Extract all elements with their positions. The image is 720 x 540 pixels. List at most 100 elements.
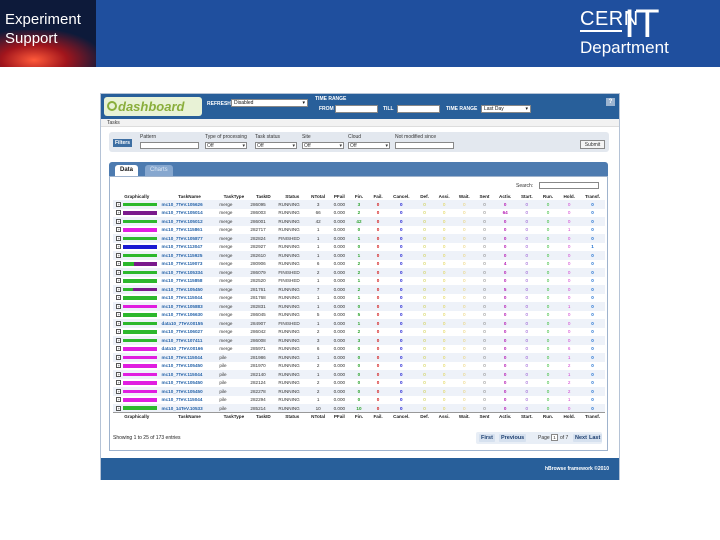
cell-name[interactable]: mc10_7TeV.115925	[160, 251, 219, 260]
last-page-button[interactable]: Last	[587, 434, 603, 442]
table-row[interactable]: + data10_7TeV.00155 merge 284907 FINISHED 1 0.…	[113, 319, 605, 328]
submit-button[interactable]: Submit	[580, 140, 605, 149]
expand-icon[interactable]: +	[116, 363, 122, 369]
table-row[interactable]: + mc10_7TeV.115044 pile 282294 RUNNING 1 0.000…	[113, 395, 605, 404]
expand-icon[interactable]: +	[116, 286, 122, 292]
table-row[interactable]: + mc10_7TeV.105877 merge 282824 FINISHED 1 0.0…	[113, 234, 605, 243]
expand-icon[interactable]: +	[116, 235, 122, 241]
column-header[interactable]: TaskName	[161, 192, 219, 200]
cell-name[interactable]: data10_7TeV.00155	[160, 319, 219, 328]
table-row[interactable]: + mc10_7TeV.115044 pile 282140 RUNNING 1 0.000…	[113, 370, 605, 379]
expand-icon[interactable]: +	[116, 312, 122, 318]
expand-icon[interactable]: +	[116, 278, 122, 284]
cell-name[interactable]: mc10_7TeV.106027	[160, 327, 219, 336]
table-row[interactable]: + mc10_7TeV.105450 pile 282124 RUNNING 2 0.000…	[113, 378, 605, 387]
expand-icon[interactable]: +	[116, 244, 122, 250]
column-header[interactable]: Start.	[516, 192, 538, 200]
page-number-input[interactable]: 1	[551, 434, 558, 441]
cell-name[interactable]: mc10_7TeV.115044	[160, 370, 219, 379]
table-row[interactable]: + mc10_7TeV.106027 merge 286042 RUNNING 2 0.00…	[113, 327, 605, 336]
expand-icon[interactable]: +	[116, 218, 122, 224]
table-row[interactable]: + mc10_7TeV.106630 merge 286045 RUNNING 5 0.00…	[113, 310, 605, 319]
search-input[interactable]	[539, 182, 599, 189]
expand-icon[interactable]: +	[116, 269, 122, 275]
expand-icon[interactable]: +	[116, 405, 122, 411]
expand-icon[interactable]: +	[116, 303, 122, 309]
column-header[interactable]: Fin.	[350, 192, 369, 200]
column-header[interactable]: TaskType	[218, 192, 249, 200]
expand-icon[interactable]: +	[116, 371, 122, 377]
cell-name[interactable]: mc10_7TeV.105877	[160, 234, 219, 243]
pattern-input[interactable]	[140, 142, 199, 149]
cell-name[interactable]: mc10_7TeV.105450	[160, 387, 219, 396]
help-icon[interactable]: ?	[606, 98, 615, 106]
table-row[interactable]: + mc10_7TeV.105450 merge 281761 RUNNING 7 0.00…	[113, 285, 605, 294]
type-select[interactable]: Off	[205, 142, 247, 149]
cell-name[interactable]: mc10_7TeV.115861	[160, 225, 219, 234]
cell-name[interactable]: mc10_7TeV.105450	[160, 361, 219, 370]
column-header[interactable]: Activ.	[494, 192, 516, 200]
table-row[interactable]: + mc10_7TeV.105450 pile 282278 RUNNING 2 0.000…	[113, 387, 605, 396]
expand-icon[interactable]: +	[116, 397, 122, 403]
column-header[interactable]: Cancel.	[388, 192, 415, 200]
table-row[interactable]: + mc10_7TeV.107411 merge 286008 RUNNING 3 0.00…	[113, 336, 605, 345]
expand-icon[interactable]: +	[116, 227, 122, 233]
column-header[interactable]: Transf.	[580, 192, 605, 200]
table-row[interactable]: + mc10_7TeV.105626 merge 286095 RUNNING 3 0.00…	[113, 200, 605, 209]
from-input[interactable]	[335, 105, 378, 113]
previous-page-button[interactable]: Previous	[499, 434, 527, 442]
expand-icon[interactable]: +	[116, 346, 122, 352]
refresh-select[interactable]: Disabled	[231, 99, 308, 107]
cell-name[interactable]: mc10_7TeV.113047	[160, 242, 219, 251]
table-row[interactable]: + mc10_7TeV.115861 merge 282717 RUNNING 1 0.00…	[113, 225, 605, 234]
table-row[interactable]: + mc10_7TeV.105012 merge 286001 RUNNING 42 0.0…	[113, 217, 605, 226]
column-header[interactable]: Graphically	[113, 192, 161, 200]
tab-charts[interactable]: Charts	[145, 165, 173, 176]
time-range-select[interactable]: Last Day	[481, 105, 531, 113]
expand-icon[interactable]: +	[116, 261, 122, 267]
cell-name[interactable]: mc10_14TeV.10533	[160, 404, 219, 413]
column-header[interactable]: Status	[277, 192, 307, 200]
table-row[interactable]: + mc10_7TeV.113047 merge 282927 RUNNING 1 0.00…	[113, 242, 605, 251]
expand-icon[interactable]: +	[116, 210, 122, 216]
till-input[interactable]	[397, 105, 440, 113]
cell-name[interactable]: mc10_7TeV.106630	[160, 310, 219, 319]
expand-icon[interactable]: +	[116, 337, 122, 343]
column-header[interactable]: Hold.	[558, 192, 580, 200]
column-header[interactable]: Wait.	[454, 192, 475, 200]
site-select[interactable]: Off	[302, 142, 344, 149]
cell-name[interactable]: mc10_7TeV.119073	[160, 259, 219, 268]
table-row[interactable]: + mc10_7TeV.105334 merge 286079 FINISHED 2 0.0…	[113, 268, 605, 277]
cell-name[interactable]: mc10_7TeV.115044	[160, 353, 219, 362]
cell-name[interactable]: mc10_7TeV.105626	[160, 200, 219, 209]
expand-icon[interactable]: +	[116, 329, 122, 335]
status-select[interactable]: Off	[255, 142, 297, 149]
column-header[interactable]: Sent	[475, 192, 495, 200]
table-row[interactable]: + mc10_7TeV.115858 merge 282520 FINISHED 1 0.0…	[113, 276, 605, 285]
filters-button[interactable]: Filters	[113, 139, 132, 147]
cell-name[interactable]: mc10_7TeV.105014	[160, 208, 219, 217]
cell-name[interactable]: mc10_7TeV.105450	[160, 285, 219, 294]
expand-icon[interactable]: +	[116, 201, 122, 207]
not-modified-input[interactable]	[395, 142, 454, 149]
column-header[interactable]: PFail	[329, 192, 350, 200]
expand-icon[interactable]: +	[116, 380, 122, 386]
cell-name[interactable]: mc10_7TeV.105450	[160, 378, 219, 387]
cell-name[interactable]: mc10_7TeV.105334	[160, 268, 219, 277]
expand-icon[interactable]: +	[116, 354, 122, 360]
column-header[interactable]: Fail.	[368, 192, 388, 200]
column-header[interactable]: Def.	[415, 192, 435, 200]
table-row[interactable]: + mc10_14TeV.10533 pile 285214 RUNNING 10 0.00…	[113, 404, 605, 413]
column-header[interactable]: Assi.	[434, 192, 454, 200]
table-row[interactable]: + mc10_7TeV.105014 merge 286003 RUNNING 66 0.0…	[113, 208, 605, 217]
cloud-select[interactable]: Off	[348, 142, 390, 149]
table-row[interactable]: + mc10_7TeV.115044 pile 281986 RUNNING 1 0.000…	[113, 353, 605, 362]
column-header[interactable]: NTotal	[307, 192, 329, 200]
cell-name[interactable]: mc10_7TeV.115044	[160, 395, 219, 404]
table-row[interactable]: + mc10_7TeV.105883 merge 282831 RUNNING 1 0.00…	[113, 302, 605, 311]
table-row[interactable]: + mc10_7TeV.115044 merge 281768 RUNNING 1 0.00…	[113, 293, 605, 302]
table-row[interactable]: + data10_7TeV.00166 merge 285971 RUNNING 6 0.0…	[113, 344, 605, 353]
cell-name[interactable]: mc10_7TeV.105012	[160, 217, 219, 226]
expand-icon[interactable]: +	[116, 252, 122, 258]
table-row[interactable]: + mc10_7TeV.115925 merge 282610 RUNNING 1 0.00…	[113, 251, 605, 260]
